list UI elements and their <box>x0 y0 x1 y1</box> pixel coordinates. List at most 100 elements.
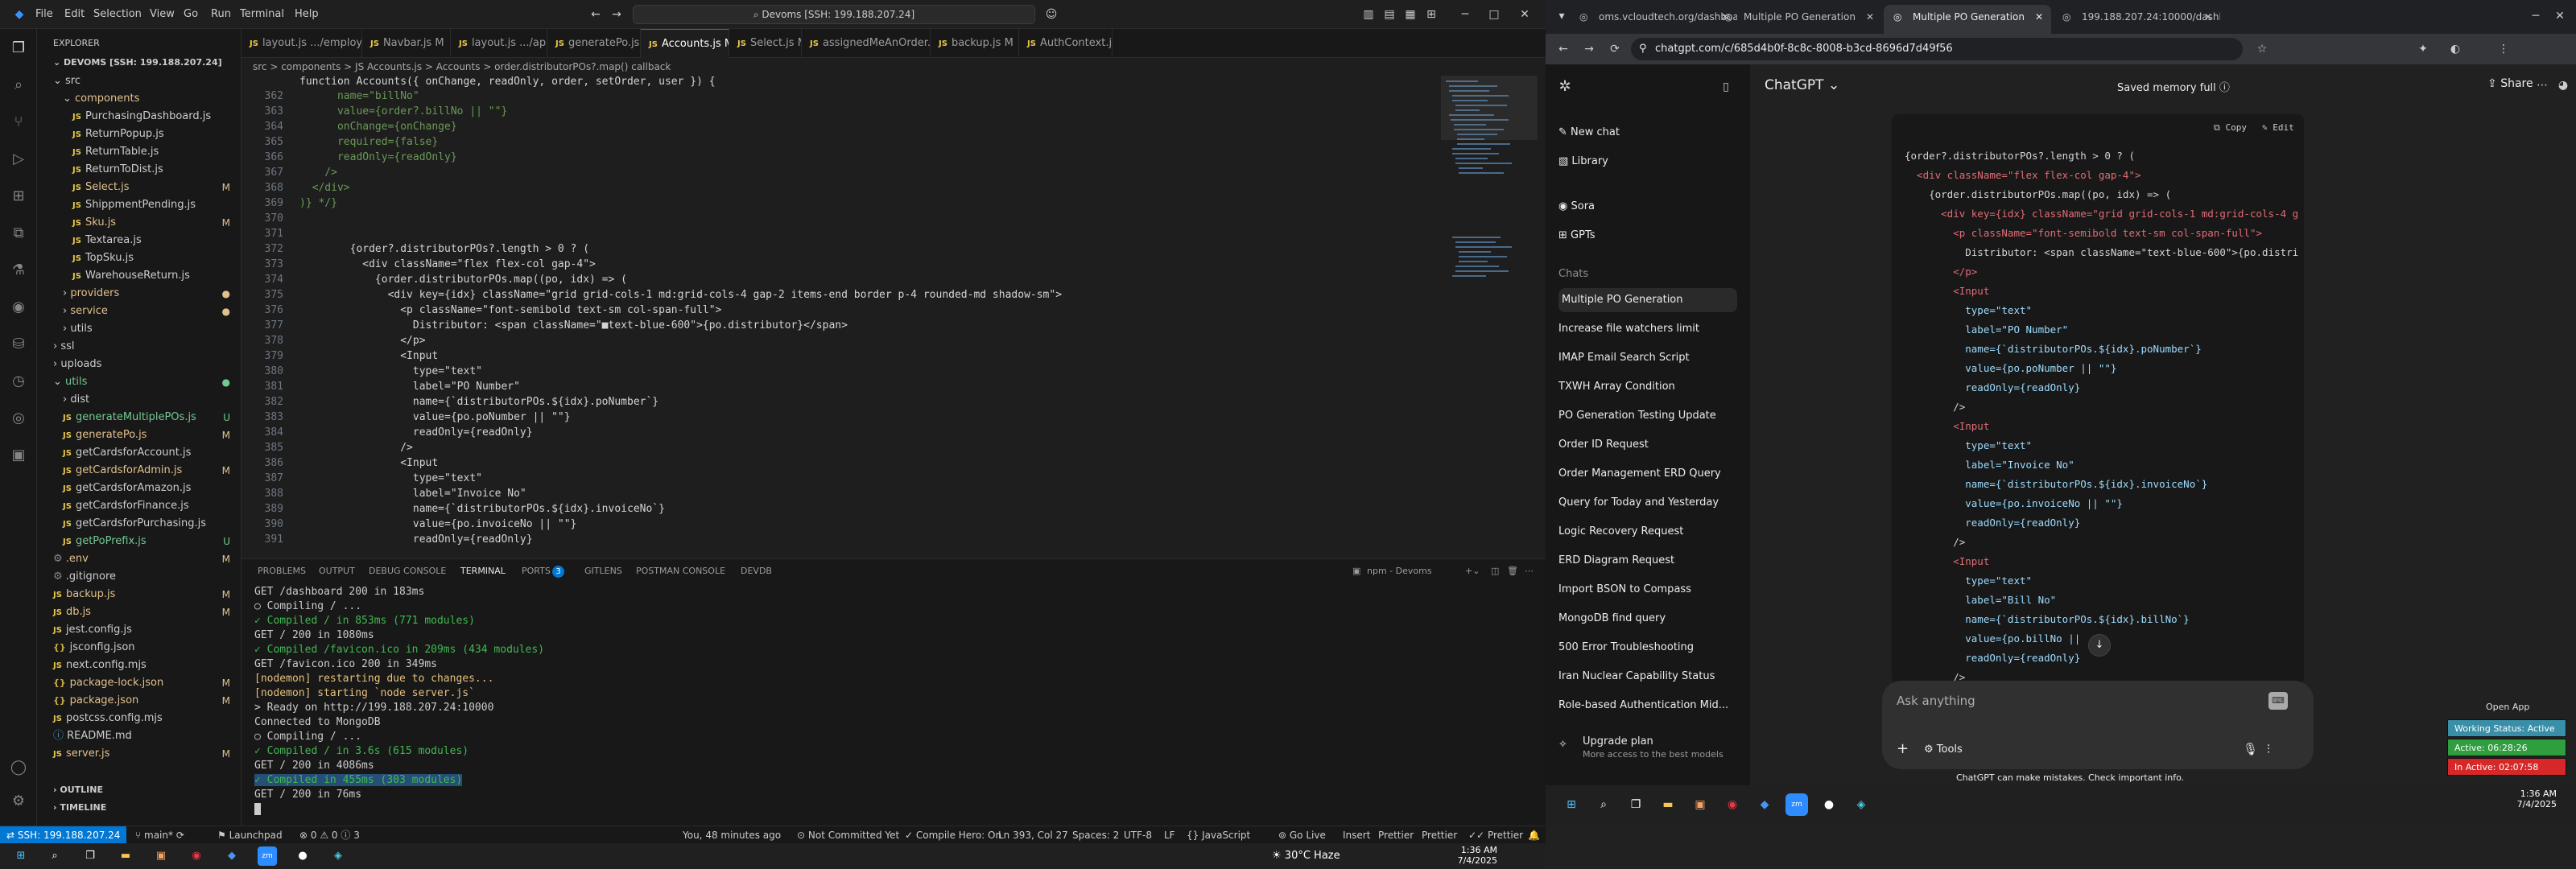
tree-item[interactable]: ⌄ utils ● <box>37 373 241 391</box>
tree-item[interactable]: JS TopSku.js <box>37 249 241 267</box>
tree-item[interactable]: {} package-lock.json M <box>37 674 241 692</box>
tree-item[interactable]: JS getCardsforFinance.js <box>37 497 241 515</box>
editor-tab[interactable]: JS Navbar.js M <box>362 29 451 58</box>
toggle-secondary-sidebar-icon[interactable]: ▦ <box>1402 6 1418 23</box>
chat-history-item[interactable]: PO Generation Testing Update <box>1558 404 1737 428</box>
maximize-icon[interactable]: □ <box>1486 6 1502 23</box>
insert-mode[interactable]: Insert <box>1343 826 1370 844</box>
split-terminal-icon[interactable]: ◫ <box>1491 559 1499 583</box>
docker-icon[interactable]: ▣ <box>9 446 28 465</box>
problems-counter[interactable]: ⊗ 0 ⚠ 0 ⓘ 3 <box>299 826 360 844</box>
editor-tab[interactable]: JS Accounts.js M <box>641 29 729 58</box>
browser-tab[interactable]: ◎ Multiple PO Generation ✕ <box>1884 5 2051 34</box>
tree-item[interactable]: ⌄ src <box>37 72 241 90</box>
copy-button[interactable]: ⧉ Copy <box>2214 122 2247 134</box>
tree-item[interactable]: JS Select.js M <box>37 179 241 196</box>
menu-help[interactable]: Help <box>295 0 319 29</box>
language-mode[interactable]: {} JavaScript <box>1187 826 1250 844</box>
github-icon[interactable]: ● <box>1818 793 1840 816</box>
back-icon[interactable]: ← <box>1555 41 1571 57</box>
attach-plus-icon[interactable]: + <box>1897 740 1909 757</box>
terminal-name[interactable]: npm - Devoms <box>1367 559 1432 583</box>
tab-debug-console[interactable]: DEBUG CONSOLE <box>369 559 446 583</box>
app-icon[interactable]: ◈ <box>328 846 348 866</box>
tab-search-icon[interactable]: ▾ <box>1554 8 1570 24</box>
tab-output[interactable]: OUTPUT <box>319 559 355 583</box>
chat-history-item[interactable]: Order ID Request <box>1558 433 1737 457</box>
tree-item[interactable]: JS db.js M <box>37 603 241 621</box>
tree-item[interactable]: JS Textarea.js <box>37 232 241 249</box>
tab-problems[interactable]: PROBLEMS <box>258 559 306 583</box>
editor-tab[interactable]: JSlayout.js .../app M <box>451 29 547 58</box>
tab-terminal[interactable]: TERMINAL <box>460 559 506 583</box>
reload-icon[interactable]: ⟳ <box>1607 41 1623 57</box>
task-view-icon[interactable]: ❐ <box>1624 793 1647 816</box>
minimize-icon[interactable]: ─ <box>2528 8 2544 24</box>
model-selector[interactable]: ChatGPT ⌄ <box>1765 77 1839 93</box>
tab-devdb[interactable]: DEVDB <box>741 559 772 583</box>
chat-history-item[interactable]: Import BSON to Compass <box>1558 578 1737 602</box>
terminal-output[interactable]: GET /dashboard 200 in 183ms ○ Compiling /… <box>242 583 1546 826</box>
postman-icon[interactable]: ◎ <box>9 409 28 428</box>
forward-arrow-icon[interactable]: → <box>609 6 625 23</box>
windows-start-icon[interactable]: ⊞ <box>1560 793 1583 816</box>
tree-item[interactable]: JS ReturnTable.js <box>37 143 241 161</box>
gpts-button[interactable]: ⊞ GPTs <box>1558 224 1737 248</box>
tree-item[interactable]: JS jest.config.js <box>37 621 241 639</box>
outline-section[interactable]: › OUTLINE <box>37 782 103 798</box>
tree-item[interactable]: › uploads <box>37 356 241 373</box>
minimap[interactable] <box>1441 76 1538 558</box>
close-sidebar-icon[interactable]: ▯ <box>1718 79 1734 95</box>
tree-item[interactable]: › utils <box>37 320 241 338</box>
code-editor[interactable]: function Accounts({ onChange, readOnly, … <box>242 76 1433 558</box>
close-icon[interactable]: ✕ <box>1517 6 1533 23</box>
tab-ports[interactable]: PORTS <box>522 559 551 583</box>
close-tab-icon[interactable]: ✕ <box>2204 5 2212 29</box>
file-explorer-icon[interactable]: ▬ <box>1657 793 1679 816</box>
chat-history-item[interactable]: Query for Today and Yesterday <box>1558 491 1737 515</box>
openai-logo-icon[interactable]: ✲ <box>1557 79 1573 95</box>
notifications-bell-icon[interactable]: 🔔 <box>1528 826 1540 844</box>
microphone-icon[interactable]: 🎙 <box>2243 742 2258 756</box>
remote-indicator[interactable]: ⇄ SSH: 199.188.207.24 <box>0 826 127 844</box>
editor-tab[interactable]: JSAuthContext.js U <box>1019 29 1113 58</box>
manage-gear-icon[interactable]: ⚙ <box>9 792 28 811</box>
chat-history-item[interactable]: Increase file watchers limit <box>1558 317 1737 341</box>
clock[interactable]: 1:36 AM 7/4/2025 <box>1441 845 1497 866</box>
new-chat-button[interactable]: ✎ New chat <box>1558 121 1737 145</box>
timeline-section[interactable]: › TIMELINE <box>37 800 106 816</box>
chat-history-item[interactable]: Role-based Authentication Mid... <box>1558 694 1737 718</box>
chat-history-item[interactable]: Multiple PO Generation <box>1558 288 1737 312</box>
browser-tab[interactable]: ◎ Multiple PO Generation ✕ <box>1715 5 1882 34</box>
minimize-icon[interactable]: ─ <box>1457 6 1473 23</box>
chat-history-item[interactable]: Iran Nuclear Capability Status <box>1558 665 1737 689</box>
tree-item[interactable]: ⚙ .env M <box>37 550 241 568</box>
store-icon[interactable]: ▣ <box>1689 793 1711 816</box>
menu-selection[interactable]: Selection <box>93 0 142 29</box>
tree-item[interactable]: JS ReturnPopup.js <box>37 126 241 143</box>
tree-item[interactable]: › service ● <box>37 303 241 320</box>
file-explorer-icon[interactable]: ▬ <box>116 846 135 866</box>
menu-run[interactable]: Run <box>211 0 231 29</box>
layout-icon[interactable]: ⊞ <box>1423 6 1439 23</box>
clock[interactable]: 1:36 AM 7/4/2025 <box>2492 789 2557 809</box>
vscode-taskbar-icon[interactable]: ◆ <box>222 846 242 866</box>
editor-tab[interactable]: JS Select.js M <box>729 29 802 58</box>
grammar-extension-icon[interactable]: ⌨ <box>2268 692 2288 710</box>
more-icon[interactable]: ⋯ <box>1525 559 1534 583</box>
tree-item[interactable]: JS next.config.mjs <box>37 657 241 674</box>
prettier-3[interactable]: ✓✓ Prettier <box>1468 826 1523 844</box>
sora-button[interactable]: ◉ Sora <box>1558 195 1737 219</box>
toggle-sidebar-icon[interactable]: ▥ <box>1360 6 1377 23</box>
tree-item[interactable]: JS generateMultiplePOs.js U <box>37 409 241 426</box>
source-control-icon[interactable]: ⑂ <box>9 113 28 132</box>
library-button[interactable]: ▧ Library <box>1558 150 1737 174</box>
windows-start-icon[interactable]: ⊞ <box>11 846 31 866</box>
tree-item[interactable]: ⓘ README.md <box>37 727 241 745</box>
database-icon[interactable]: ⛁ <box>9 335 28 354</box>
tree-item[interactable]: ⚙ .gitignore <box>37 568 241 586</box>
tree-item[interactable]: JS WarehouseReturn.js <box>37 267 241 285</box>
tree-item[interactable]: JS getCardsforAmazon.js <box>37 480 241 497</box>
git-branch[interactable]: ⑂ main* ⟳ <box>135 826 184 844</box>
editor-tab[interactable]: JS generatePo.js M <box>547 29 641 58</box>
